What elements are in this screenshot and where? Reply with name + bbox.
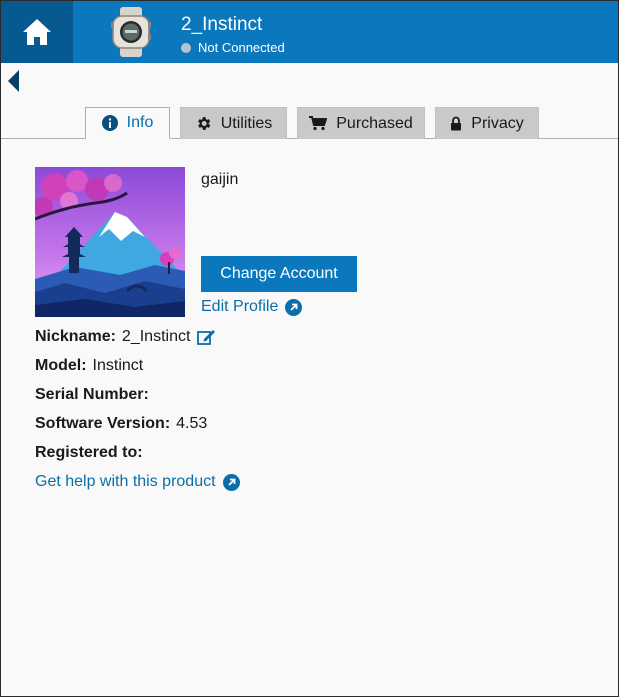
home-button[interactable] bbox=[1, 1, 73, 63]
tab-purchased-label: Purchased bbox=[336, 114, 413, 132]
model-label: Model: bbox=[35, 357, 87, 374]
tab-privacy[interactable]: Privacy bbox=[435, 107, 539, 139]
status-text: Not Connected bbox=[198, 40, 285, 55]
avatar bbox=[35, 167, 185, 317]
status-dot-icon bbox=[181, 42, 191, 53]
edit-nickname-icon[interactable] bbox=[197, 329, 216, 346]
header-bar: 2_Instinct Not Connected bbox=[1, 1, 618, 63]
external-link-icon bbox=[285, 298, 303, 316]
nickname-label: Nickname: bbox=[35, 328, 116, 345]
account-username: gaijin bbox=[201, 171, 239, 188]
help-link[interactable]: Get help with this product bbox=[35, 473, 240, 491]
tab-utilities[interactable]: Utilities bbox=[180, 107, 287, 139]
tab-purchased[interactable]: Purchased bbox=[297, 107, 425, 139]
tab-info[interactable]: Info bbox=[85, 107, 170, 139]
registered-label: Registered to: bbox=[35, 444, 143, 461]
change-account-button[interactable]: Change Account bbox=[201, 256, 357, 292]
lock-icon bbox=[450, 116, 462, 131]
tab-privacy-label: Privacy bbox=[471, 114, 524, 132]
nickname-value: 2_Instinct bbox=[121, 328, 191, 345]
nickname-row: Nickname: 2_Instinct bbox=[35, 328, 216, 346]
home-icon bbox=[23, 19, 51, 45]
watch-image bbox=[111, 7, 151, 57]
back-arrow-icon[interactable] bbox=[8, 70, 20, 92]
serial-label: Serial Number: bbox=[35, 386, 149, 403]
registered-row: Registered to: bbox=[35, 444, 149, 462]
device-name: 2_Instinct bbox=[181, 14, 263, 35]
software-value: 4.53 bbox=[176, 415, 208, 432]
model-value: Instinct bbox=[92, 357, 144, 374]
model-row: Model: Instinct bbox=[35, 357, 143, 375]
gear-icon bbox=[195, 115, 212, 132]
tab-utilities-label: Utilities bbox=[220, 114, 273, 132]
software-row: Software Version: 4.53 bbox=[35, 415, 207, 433]
cart-icon bbox=[309, 116, 328, 131]
edit-profile-link[interactable]: Edit Profile bbox=[201, 298, 303, 316]
info-icon bbox=[101, 115, 118, 131]
help-link-label: Get help with this product bbox=[35, 473, 216, 490]
tab-info-label: Info bbox=[126, 114, 154, 131]
app-window: 2_Instinct Not Connected Info Utilities … bbox=[0, 0, 619, 697]
edit-profile-label: Edit Profile bbox=[201, 298, 279, 315]
connection-status: Not Connected bbox=[181, 40, 285, 55]
external-link-icon bbox=[222, 473, 240, 491]
software-label: Software Version: bbox=[35, 415, 171, 432]
serial-row: Serial Number: bbox=[35, 386, 155, 404]
